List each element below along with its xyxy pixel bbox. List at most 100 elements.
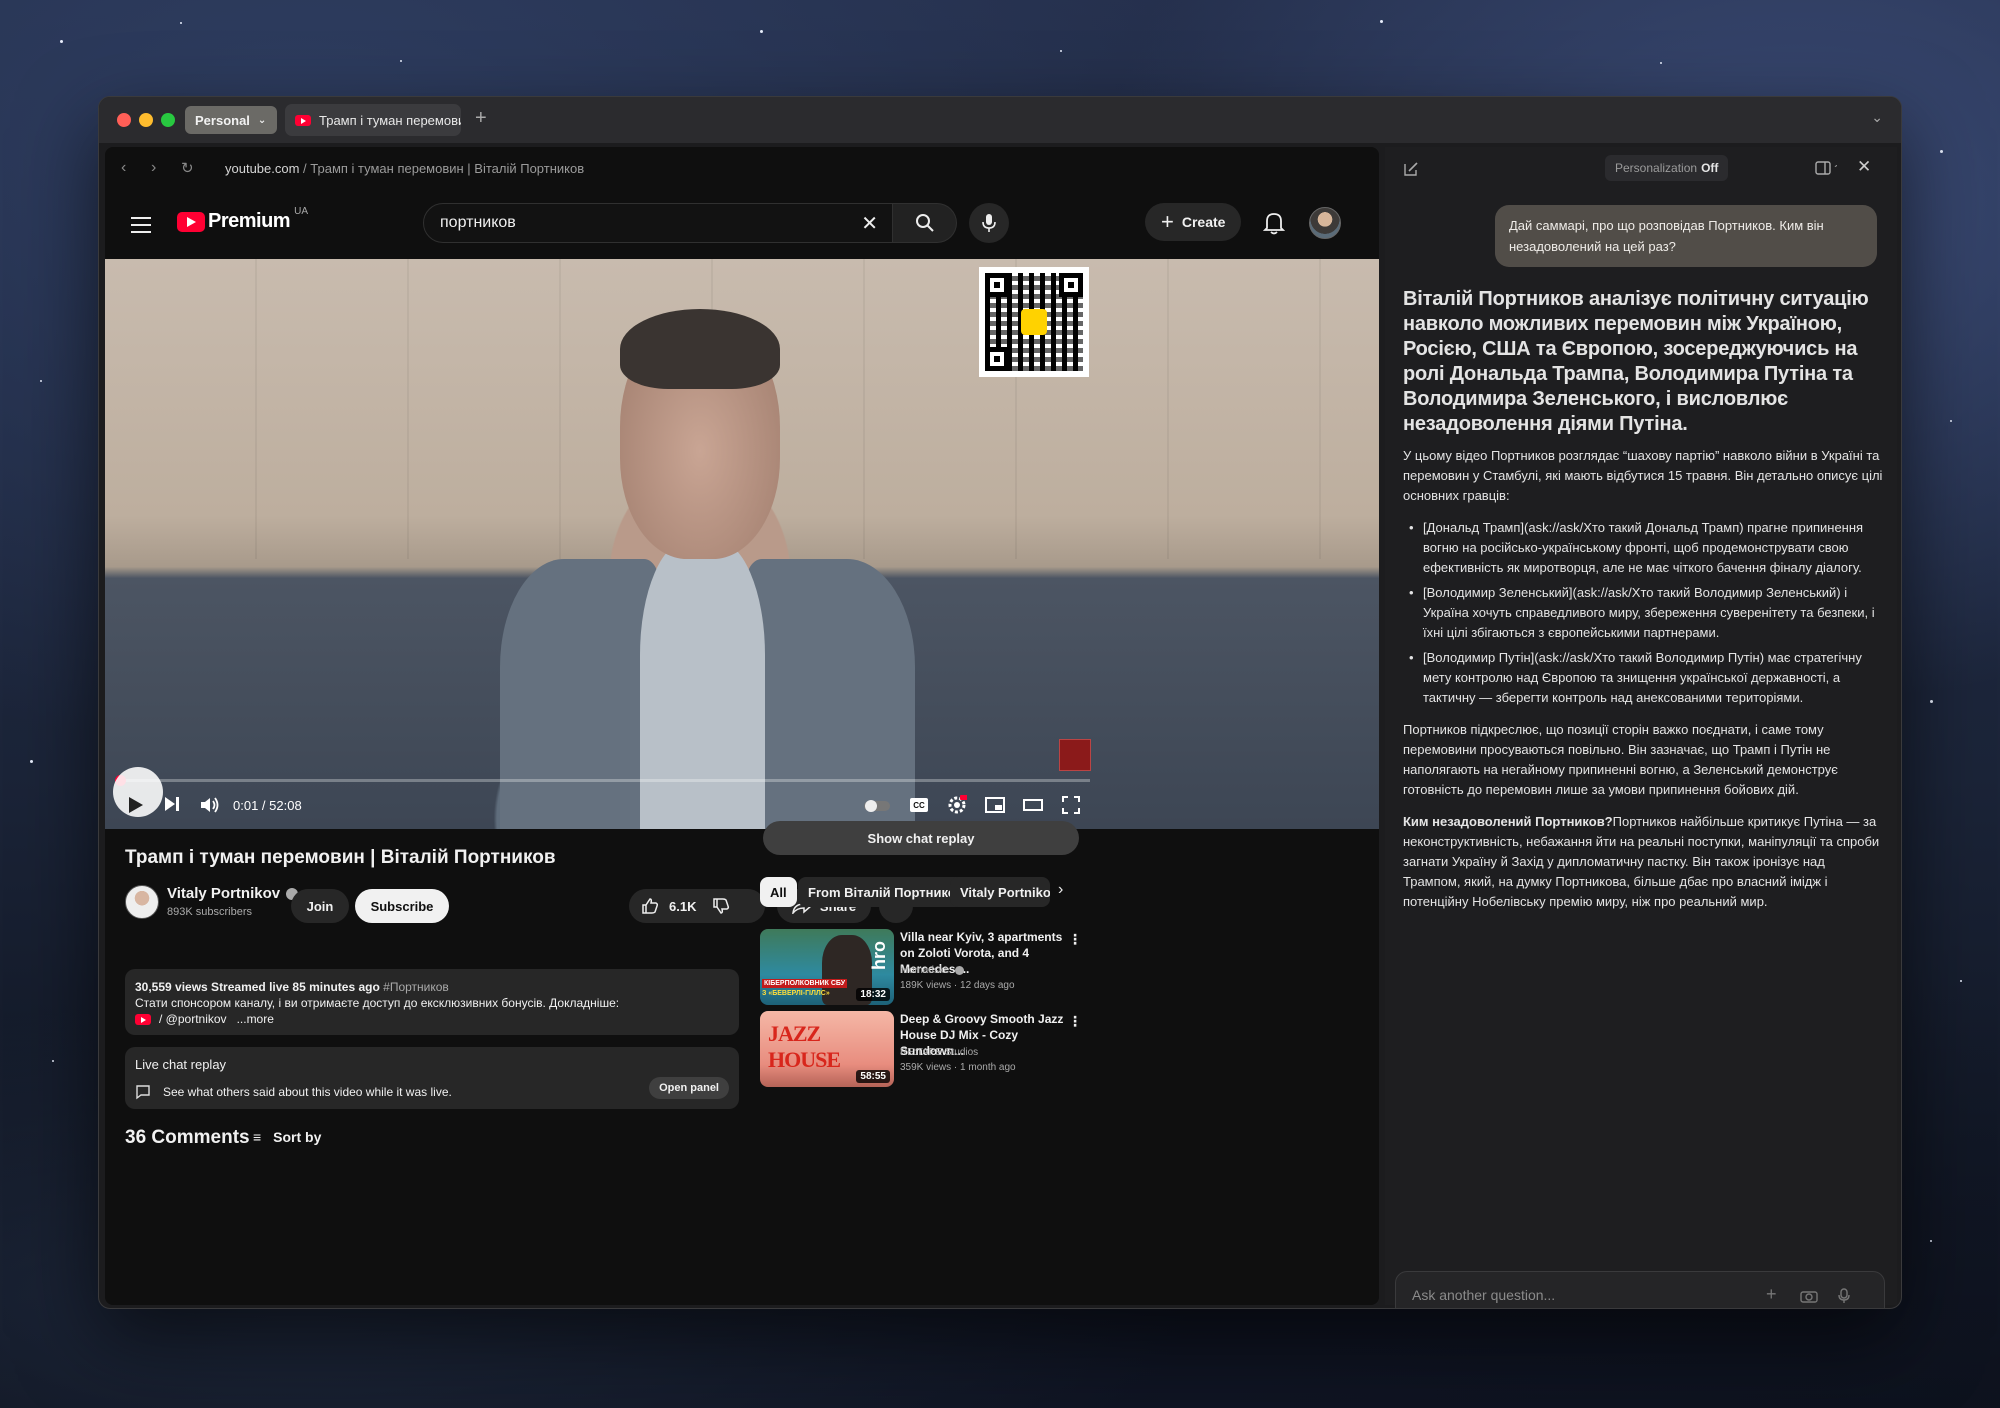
thumbnail-subcaption: З «БЕВЕРЛІ-ГІЛЛС» (762, 990, 830, 997)
next-icon[interactable] (163, 795, 181, 813)
create-label: Create (1181, 214, 1226, 230)
fullscreen-icon[interactable] (1061, 795, 1081, 815)
recommendation-meta: 359K views · 1 month ago (900, 1062, 1016, 1073)
sidebar-layout-icon[interactable]: ⌃ (1815, 161, 1837, 175)
recommendation-item[interactable]: JAZZ HOUSE 58:55 Deep & Groovy Smooth Ja… (760, 1011, 1360, 1107)
like-dislike-group: 6.1K (629, 889, 765, 923)
answer-bullet[interactable]: [Володимир Зеленський](ask://ask/Хто так… (1403, 583, 1883, 643)
forward-icon[interactable]: › (151, 159, 156, 177)
answer-subheading: Ким незадоволений Портников? (1403, 814, 1613, 829)
star (30, 760, 33, 763)
play-icon[interactable] (127, 795, 145, 815)
video-thumbnail[interactable]: JAZZ HOUSE 58:55 (760, 1011, 894, 1087)
star (1960, 980, 1962, 982)
chip-channel[interactable]: Vitaly Portnikov (950, 877, 1050, 907)
channel-name[interactable]: Vitaly Portnikov (167, 885, 299, 902)
answer-bullet[interactable]: [Володимир Путін](ask://ask/Хто такий Во… (1403, 648, 1883, 708)
star (60, 40, 63, 43)
progress-bar[interactable] (115, 775, 1090, 786)
plus-icon: + (1161, 209, 1174, 234)
plus-icon[interactable]: + (1766, 1284, 1777, 1305)
channel-link[interactable]: / @portnikov (159, 1012, 227, 1026)
youtube-header: Premium UA портников ✕ + Create (105, 191, 1379, 255)
more-vert-icon[interactable]: ⋮ (1068, 931, 1082, 948)
zoom-window-button[interactable] (161, 113, 175, 127)
minimize-window-button[interactable] (139, 113, 153, 127)
notifications-bell-icon[interactable] (1263, 211, 1285, 235)
video-player[interactable]: 0:01 / 52:08 CC (105, 259, 1379, 829)
reload-icon[interactable]: ↻ (181, 159, 194, 177)
more-vert-icon[interactable]: ⋮ (1068, 1013, 1082, 1030)
search-icon (915, 214, 934, 232)
back-icon[interactable]: ‹ (121, 159, 126, 177)
more-link[interactable]: ...more (237, 1012, 274, 1026)
recommendation-channel[interactable]: RE:TAPE Studios (900, 1047, 978, 1058)
star (1380, 20, 1383, 23)
star (760, 30, 763, 33)
sort-by-button[interactable]: ≡ Sort by (253, 1129, 321, 1145)
clear-search-icon[interactable]: ✕ (861, 211, 878, 236)
thumbs-down-icon[interactable] (712, 897, 730, 915)
show-chat-replay-button[interactable]: Show chat replay (763, 821, 1079, 855)
profile-switcher[interactable]: Personal ⌄ (185, 106, 277, 134)
live-chat-title: Live chat replay (135, 1057, 227, 1072)
recommendation-channel[interactable]: hromadske (900, 965, 965, 976)
youtube-favicon-icon (295, 114, 311, 126)
like-count[interactable]: 6.1K (669, 899, 696, 914)
close-panel-icon[interactable]: ✕ (1857, 157, 1871, 177)
join-button[interactable]: Join (291, 889, 349, 923)
create-button[interactable]: + Create (1145, 203, 1242, 241)
verified-icon (955, 965, 965, 975)
answer-bullet[interactable]: [Дональд Трамп](ask://ask/Хто такий Дона… (1403, 518, 1883, 578)
star (180, 22, 182, 24)
view-stats: 30,559 views Streamed live 85 minutes ag… (135, 980, 380, 994)
microphone-icon[interactable] (1838, 1288, 1850, 1304)
chip-all[interactable]: All (760, 877, 797, 907)
recommendation-channel-name: hromadske (900, 965, 950, 976)
menu-icon[interactable] (131, 217, 151, 238)
theater-mode-icon[interactable] (1023, 798, 1043, 812)
channel-watermark[interactable] (1059, 739, 1091, 771)
youtube-premium-logo[interactable]: Premium UA (177, 206, 308, 233)
star (1660, 62, 1662, 64)
video-thumbnail[interactable]: КІБЕРПОЛКОВНИК СБУ З «БЕВЕРЛІ-ГІЛЛС» hro… (760, 929, 894, 1005)
tab-overview-chevron-icon[interactable]: ⌄ (1871, 109, 1883, 126)
settings-gear-icon[interactable] (947, 795, 967, 815)
answer-heading: Віталій Портников аналізує політичну сит… (1403, 288, 1869, 435)
url-field[interactable]: youtube.com / Трамп і туман перемовин | … (225, 161, 584, 176)
new-chat-icon[interactable] (1403, 161, 1419, 177)
volume-icon[interactable] (199, 795, 221, 815)
open-panel-button[interactable]: Open panel (649, 1077, 729, 1099)
chip-from-channel[interactable]: From Віталій Портников (798, 877, 974, 907)
channel-avatar[interactable] (125, 885, 159, 919)
cup-icon (1021, 309, 1047, 335)
camera-icon[interactable] (1800, 1289, 1818, 1303)
recommendation-meta: 189K views · 12 days ago (900, 980, 1015, 991)
personalization-value: Off (1701, 161, 1719, 175)
voice-search-button[interactable] (969, 203, 1009, 243)
hashtag-link[interactable]: #Портников (383, 980, 449, 994)
autoplay-toggle-icon[interactable] (863, 799, 891, 813)
logo-word: Premium (208, 210, 291, 232)
close-window-button[interactable] (117, 113, 131, 127)
answer-paragraph: Портников підкреслює, що позиції сторін … (1403, 722, 1838, 797)
search-input[interactable]: портников ✕ (423, 203, 893, 243)
chips-next-icon[interactable]: › (1058, 881, 1063, 899)
subscribe-button[interactable]: Subscribe (355, 889, 449, 923)
search-button[interactable] (893, 203, 957, 243)
personalization-toggle[interactable]: Personalization Off (1605, 155, 1729, 181)
account-avatar[interactable] (1309, 207, 1341, 239)
star (52, 1060, 54, 1062)
ask-input[interactable]: Ask another question... + (1395, 1271, 1885, 1308)
sort-label: Sort by (273, 1129, 322, 1145)
star (1060, 50, 1062, 52)
description-box[interactable]: 30,559 views Streamed live 85 minutes ag… (125, 969, 739, 1035)
captions-icon[interactable]: CC (909, 797, 929, 813)
video-frame (620, 309, 780, 389)
new-tab-icon[interactable]: + (475, 107, 487, 130)
miniplayer-icon[interactable] (985, 797, 1005, 813)
browser-tab[interactable]: Трамп і туман перемовин (285, 104, 461, 136)
answer-intro: У цьому відео Портников розглядає “шахов… (1403, 448, 1883, 503)
thumbs-up-icon[interactable] (641, 897, 659, 915)
duration-badge: 58:55 (856, 1070, 890, 1083)
